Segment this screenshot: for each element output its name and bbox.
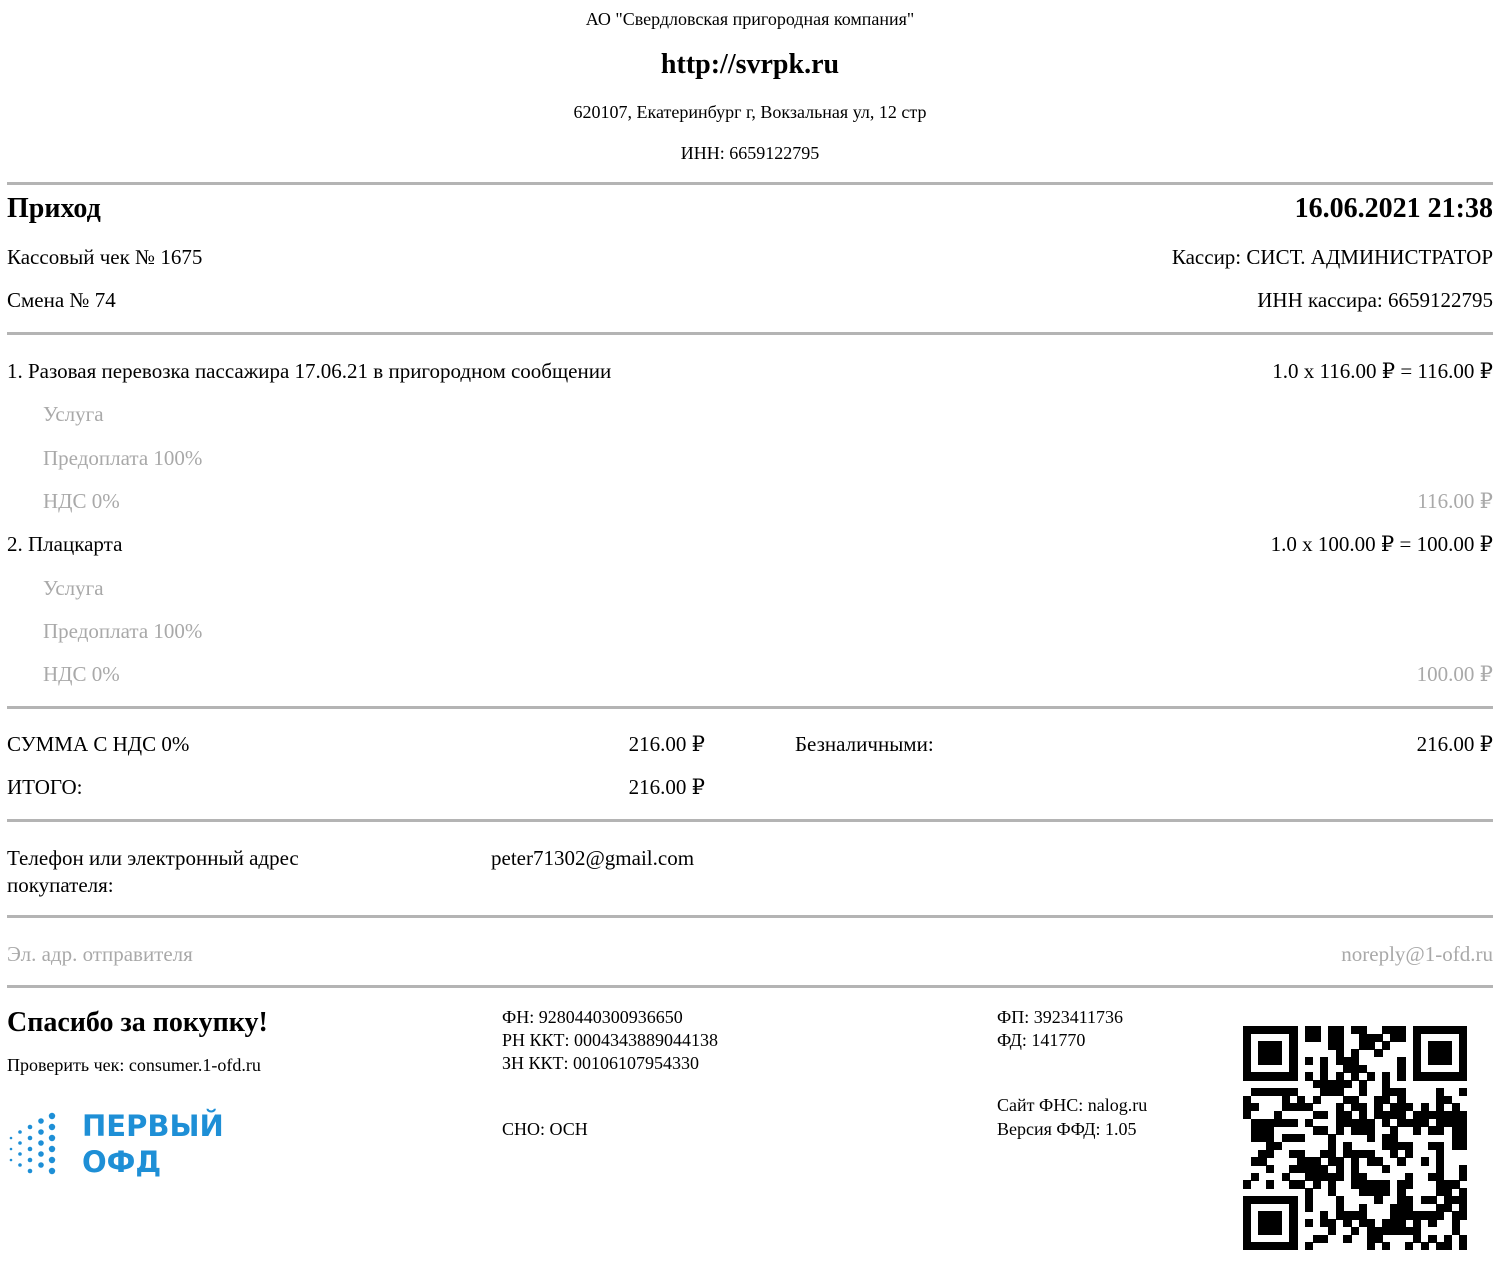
item-calc: 1.0 x 116.00 ₽ = 116.00 ₽: [1272, 359, 1493, 383]
receipt-datetime: 16.06.2021 21:38: [1294, 193, 1493, 224]
sender-label: Эл. адр. отправителя: [7, 942, 193, 966]
sender-email: noreply@1-ofd.ru: [1341, 942, 1493, 966]
divider: [7, 819, 1493, 822]
shift-number: Смена № 74: [7, 288, 116, 312]
ofd-logo-line2: ОФД: [82, 1145, 162, 1179]
qr-code: [1243, 1026, 1468, 1251]
buyer-contact: peter71302@gmail.com: [491, 846, 695, 870]
vat-sum-value: 216.00 ₽: [628, 732, 705, 756]
company-site: http://svrpk.ru: [660, 49, 840, 80]
fns-site: Сайт ФНС: nalog.ru: [997, 1095, 1148, 1115]
zn-kkt: ЗН ККТ: 00106107954330: [502, 1053, 700, 1073]
ofd-logo-icon: [5, 1110, 65, 1180]
item-vat-amount: 100.00 ₽: [1416, 662, 1493, 686]
divider: [7, 332, 1493, 335]
cashless-label: Безналичными:: [795, 732, 934, 756]
item-vat-amount: 116.00 ₽: [1417, 489, 1493, 513]
receipt-type: Приход: [7, 193, 101, 224]
total-value: 216.00 ₽: [628, 775, 705, 799]
ffd-version: Версия ФФД: 1.05: [997, 1119, 1137, 1139]
item-kind: Услуга: [43, 402, 104, 426]
vat-sum-label: СУММА С НДС 0%: [7, 732, 190, 756]
company-address: 620107, Екатеринбург г, Вокзальная ул, 1…: [573, 102, 927, 122]
divider: [7, 985, 1493, 988]
ofd-logo-line1: ПЕРВЫЙ: [82, 1109, 224, 1143]
item-vat: НДС 0%: [43, 662, 120, 686]
company-inn: ИНН: 6659122795: [680, 143, 820, 163]
check-link: Проверить чек: consumer.1-ofd.ru: [7, 1055, 261, 1075]
item-calc: 1.0 x 100.00 ₽ = 100.00 ₽: [1270, 532, 1493, 556]
item-kind: Услуга: [43, 576, 104, 600]
fd-number: ФД: 141770: [997, 1030, 1086, 1050]
cashier-inn: ИНН кассира: 6659122795: [1257, 288, 1493, 312]
divider: [7, 915, 1493, 918]
cashier-name: Кассир: СИСТ. АДМИНИСТРАТОР: [1171, 245, 1493, 269]
buyer-label-line2: покупателя:: [7, 873, 114, 897]
item-name: 1. Разовая перевозка пассажира 17.06.21 …: [7, 359, 612, 383]
rn-kkt: РН ККТ: 0004343889044138: [502, 1030, 719, 1050]
divider: [7, 182, 1493, 185]
thanks-message: Спасибо за покупку!: [7, 1007, 268, 1038]
buyer-label-line1: Телефон или электронный адрес: [7, 846, 299, 870]
fp-number: ФП: 3923411736: [997, 1007, 1124, 1027]
divider: [7, 706, 1493, 709]
item-name: 2. Плацкарта: [7, 532, 123, 556]
cashless-value: 216.00 ₽: [1416, 732, 1493, 756]
item-vat: НДС 0%: [43, 489, 120, 513]
item-payment: Предоплата 100%: [43, 446, 203, 470]
fn-number: ФН: 9280440300936650: [502, 1007, 683, 1027]
total-label: ИТОГО:: [7, 775, 83, 799]
tax-system: СНО: ОСН: [502, 1119, 588, 1139]
receipt-number: Кассовый чек № 1675: [7, 245, 203, 269]
company-name: АО "Свердловская пригородная компания": [585, 9, 915, 29]
item-payment: Предоплата 100%: [43, 619, 203, 643]
